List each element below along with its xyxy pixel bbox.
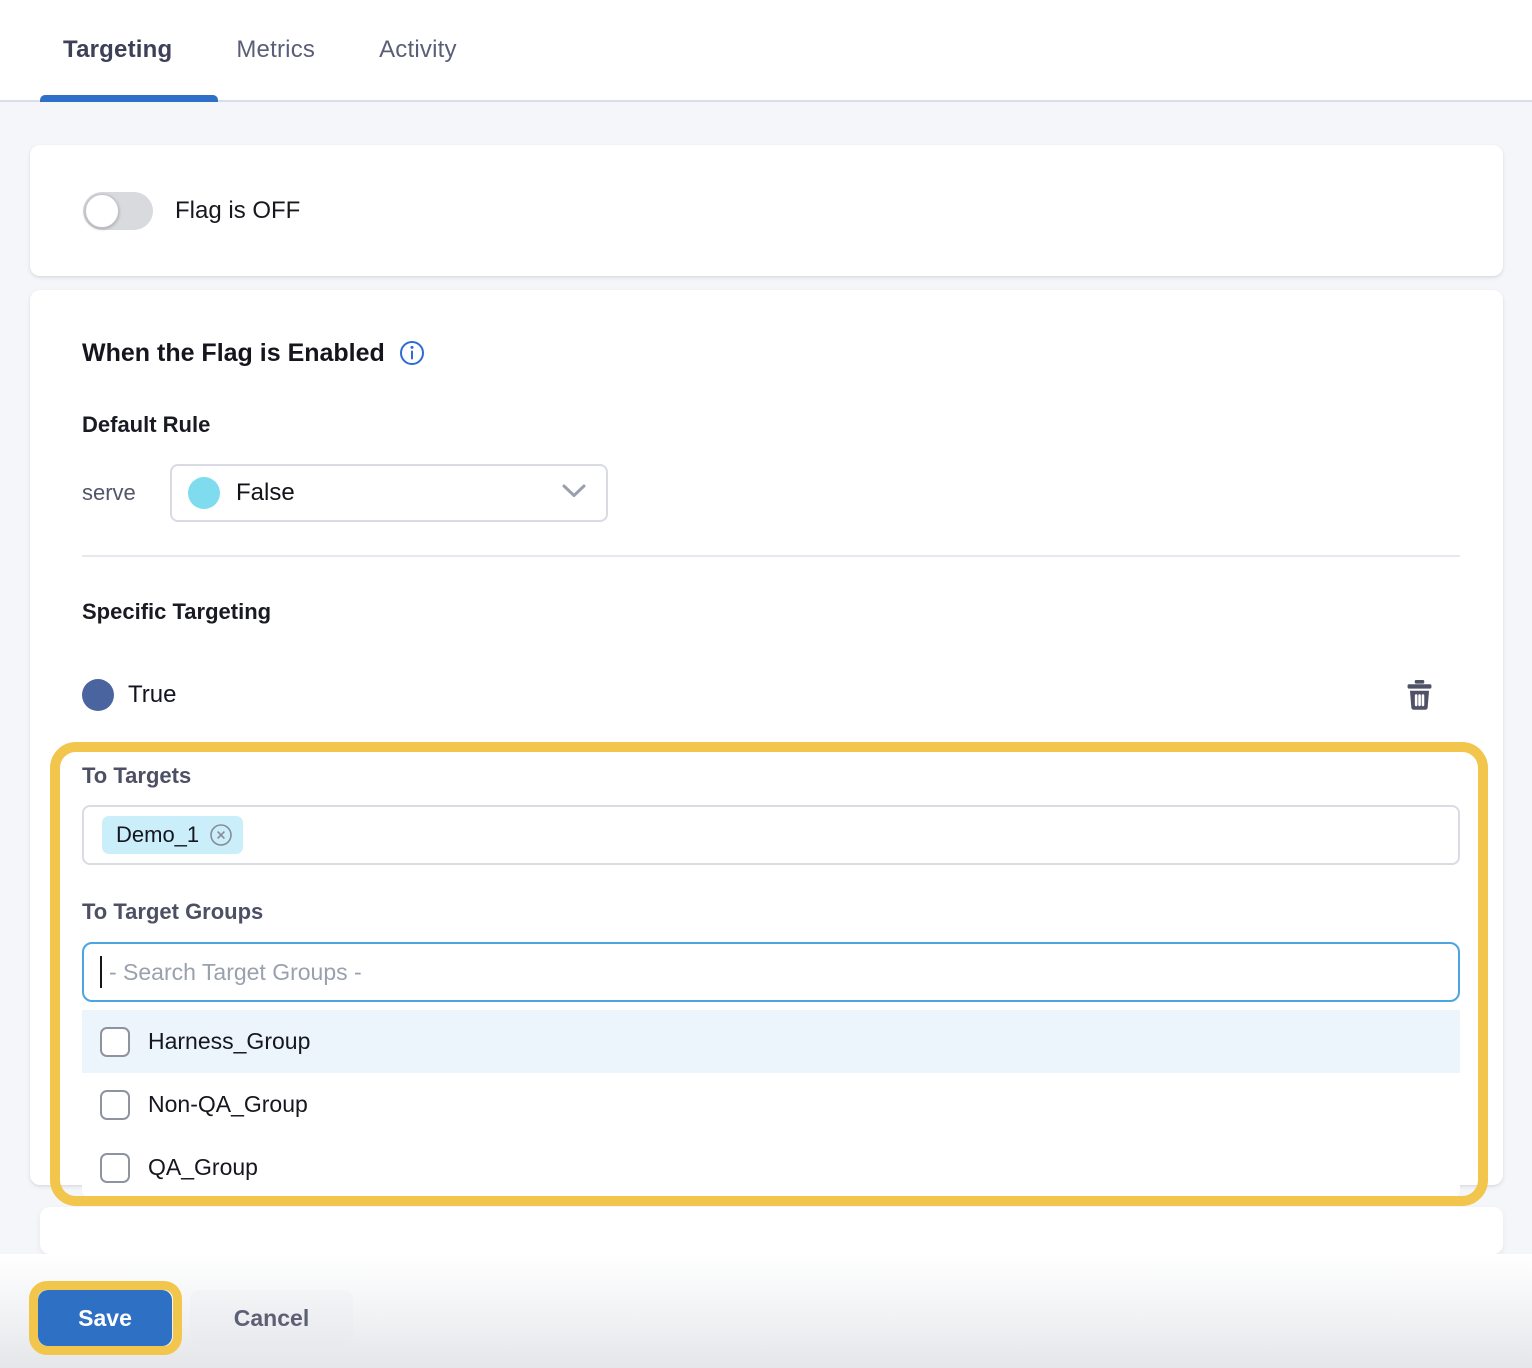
true-variation-row: True	[82, 679, 1460, 711]
footer-actions: Save Cancel	[0, 1254, 1532, 1368]
target-chip-label: Demo_1	[116, 822, 199, 848]
section-title: When the Flag is Enabled	[82, 338, 385, 368]
target-groups-dropdown: Harness_Group Non-QA_Group QA_Group	[82, 1010, 1460, 1199]
flag-status-card: Flag is OFF	[30, 145, 1503, 276]
targeting-rules-card: When the Flag is Enabled Default Rule se…	[30, 290, 1503, 1185]
target-chip: Demo_1	[102, 816, 243, 854]
card-overflow-panel	[40, 1207, 1503, 1254]
section-title-row: When the Flag is Enabled	[82, 338, 1460, 368]
option-label: QA_Group	[148, 1154, 258, 1181]
flag-status-label: Flag is OFF	[175, 197, 300, 225]
target-groups-search-input[interactable]: - Search Target Groups -	[82, 942, 1460, 1002]
specific-targeting-heading: Specific Targeting	[82, 599, 1460, 625]
targets-input[interactable]: Demo_1	[82, 805, 1460, 865]
delete-rule-button[interactable]	[1405, 680, 1434, 711]
save-button[interactable]: Save	[38, 1290, 172, 1346]
variation-false-dot	[188, 477, 220, 509]
checkbox-non-qa-group[interactable]	[100, 1090, 130, 1120]
dropdown-option-harness-group[interactable]: Harness_Group	[82, 1010, 1460, 1073]
tab-targeting[interactable]: Targeting	[63, 36, 172, 64]
selected-variation-value: False	[236, 479, 295, 507]
info-icon[interactable]	[399, 340, 425, 366]
dropdown-option-non-qa-group[interactable]: Non-QA_Group	[82, 1073, 1460, 1136]
chevron-down-icon	[562, 484, 586, 503]
variation-true-label: True	[128, 681, 176, 709]
trash-icon	[1405, 699, 1434, 714]
default-variation-select[interactable]: False	[170, 464, 608, 522]
remove-target-icon[interactable]	[209, 823, 233, 847]
tab-bar: Targeting Metrics Activity	[0, 0, 1532, 102]
dropdown-option-qa-group[interactable]: QA_Group	[82, 1136, 1460, 1199]
variation-true-dot	[82, 679, 114, 711]
default-rule-heading: Default Rule	[82, 412, 1460, 438]
checkbox-qa-group[interactable]	[100, 1153, 130, 1183]
default-rule-serve-row: serve False	[82, 464, 1460, 522]
tab-activity[interactable]: Activity	[379, 36, 457, 64]
cancel-button[interactable]: Cancel	[190, 1290, 353, 1346]
section-divider	[82, 555, 1460, 557]
option-label: Harness_Group	[148, 1028, 310, 1055]
option-label: Non-QA_Group	[148, 1091, 308, 1118]
serve-label: serve	[82, 480, 170, 506]
flag-toggle[interactable]	[83, 192, 153, 230]
tab-metrics[interactable]: Metrics	[236, 36, 315, 64]
toggle-knob	[85, 194, 119, 228]
checkbox-harness-group[interactable]	[100, 1027, 130, 1057]
feature-flag-targeting-page: Targeting Metrics Activity Flag is OFF W…	[0, 0, 1532, 1368]
search-placeholder: - Search Target Groups -	[109, 959, 362, 986]
active-tab-indicator	[40, 95, 218, 102]
text-cursor	[100, 956, 102, 988]
to-target-groups-label: To Target Groups	[82, 899, 1460, 925]
to-targets-label: To Targets	[82, 763, 1460, 789]
